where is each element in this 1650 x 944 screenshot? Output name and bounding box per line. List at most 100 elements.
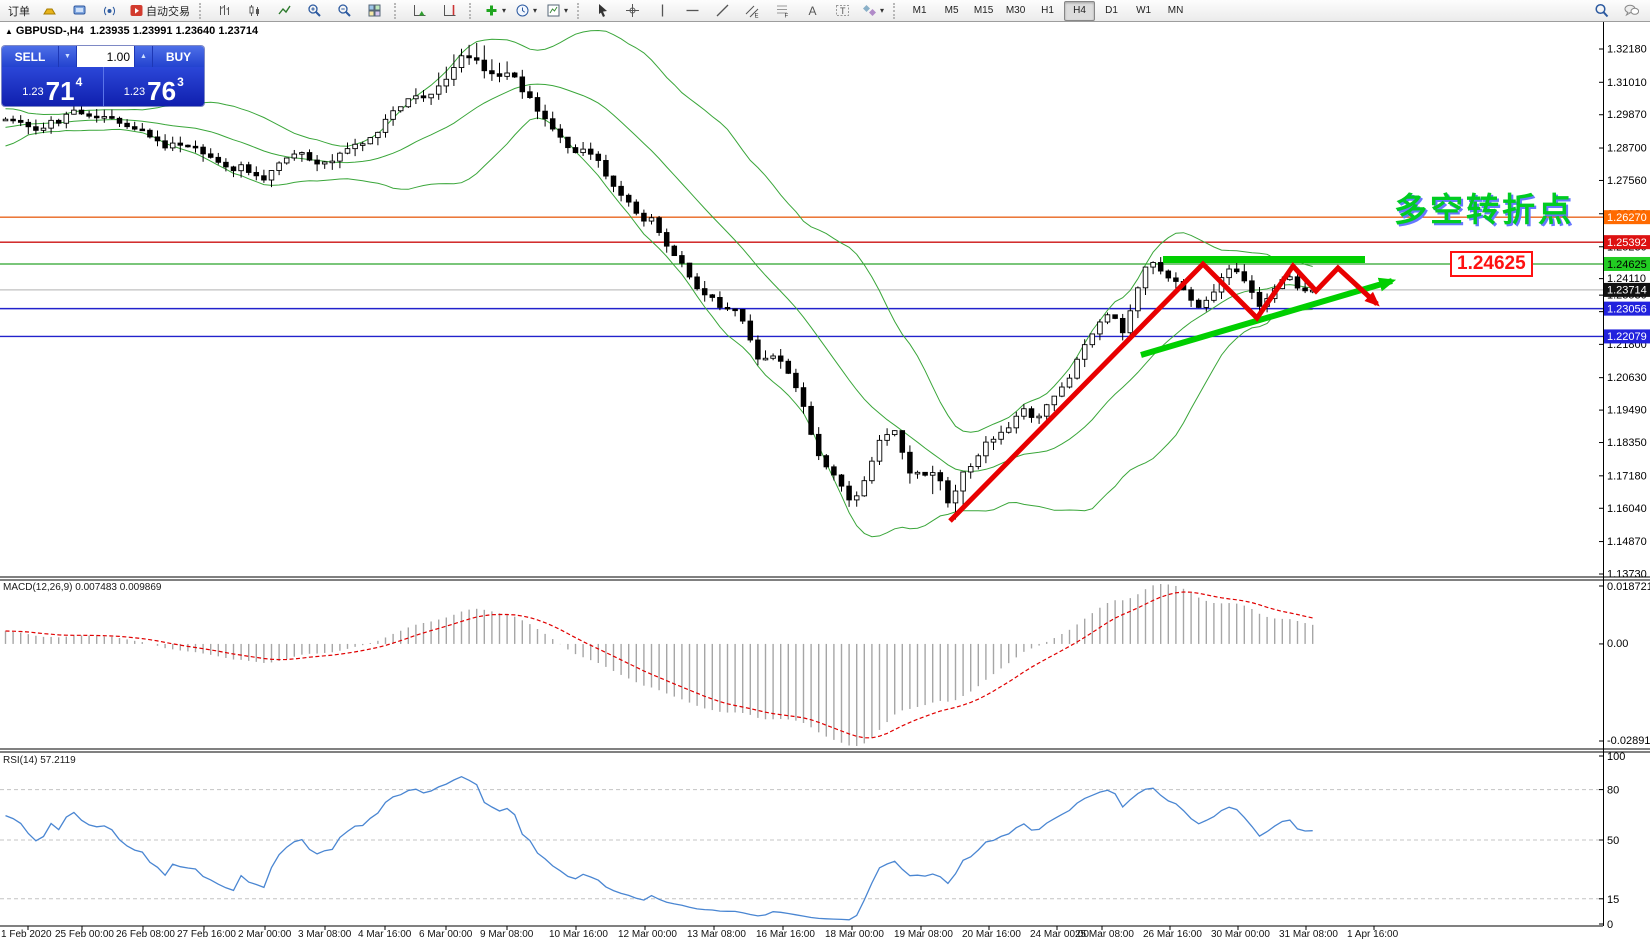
- text-icon: A: [805, 3, 820, 18]
- autotrading-icon: [129, 3, 144, 18]
- zoom-out-button[interactable]: [330, 0, 359, 22]
- svg-text:0: 0: [1607, 919, 1613, 931]
- symbol-ohlc: 1.23935 1.23991 1.23640 1.23714: [90, 25, 258, 37]
- svg-text:1.28700: 1.28700: [1607, 143, 1647, 155]
- tf-button-D1[interactable]: D1: [1096, 1, 1127, 21]
- chat-button[interactable]: [1617, 0, 1646, 22]
- tf-button-MN[interactable]: MN: [1160, 1, 1191, 21]
- tile-windows-icon: [367, 3, 382, 18]
- trendline-button[interactable]: [708, 0, 737, 22]
- templates-button[interactable]: ▾: [542, 0, 572, 22]
- time-axis-label: 6 Mar 00:00: [419, 929, 472, 940]
- buy-price-big: 76: [147, 81, 176, 102]
- tf-button-M5[interactable]: M5: [936, 1, 967, 21]
- vertical-line-button[interactable]: [648, 0, 677, 22]
- fibonacci-icon: F: [775, 3, 790, 18]
- volume-decrease-button[interactable]: ▼: [58, 46, 77, 67]
- svg-text:1.17180: 1.17180: [1607, 470, 1647, 482]
- svg-text:1.13730: 1.13730: [1607, 569, 1647, 581]
- time-axis-label: 13 Mar 08:00: [687, 929, 746, 940]
- time-axis-label: 3 Mar 08:00: [298, 929, 351, 940]
- bar-chart-icon: [217, 3, 232, 18]
- time-axis-label: 2 Mar 00:00: [238, 929, 291, 940]
- tf-button-H4[interactable]: H4: [1064, 1, 1095, 21]
- time-axis-label: 31 Mar 08:00: [1279, 929, 1338, 940]
- horizontal-line-button[interactable]: [678, 0, 707, 22]
- svg-text:15: 15: [1607, 894, 1619, 906]
- toolbar-separator: [577, 3, 583, 19]
- new-chart-button[interactable]: ▾: [480, 0, 510, 22]
- equidistant-channel-button[interactable]: E: [738, 0, 767, 22]
- symbol-name: GBPUSD-,H4: [16, 25, 84, 37]
- main-toolbar: 订单自动交易▾▾▾EFAT▾M1M5M15M30H1H4D1W1MN: [0, 0, 1650, 22]
- time-axis-label: 16 Mar 16:00: [756, 929, 815, 940]
- horizontal-line-icon: [685, 3, 700, 18]
- signal-button[interactable]: [95, 0, 124, 22]
- chart-shift-button[interactable]: [435, 0, 464, 22]
- svg-text:1.27560: 1.27560: [1607, 175, 1647, 187]
- toolbar-separator: [469, 3, 475, 19]
- svg-text:50: 50: [1607, 835, 1619, 847]
- time-axis-label: 9 Mar 08:00: [480, 929, 533, 940]
- cursor-button[interactable]: [588, 0, 617, 22]
- shapes-button[interactable]: ▾: [858, 0, 888, 22]
- text-button[interactable]: A: [798, 0, 827, 22]
- svg-text:1.26270: 1.26270: [1607, 212, 1647, 224]
- crosshair-button[interactable]: [618, 0, 647, 22]
- chart-marker-icon: ▲: [5, 27, 13, 36]
- time-axis-label: 12 Mar 00:00: [618, 929, 677, 940]
- tf-button-M1[interactable]: M1: [904, 1, 935, 21]
- time-axis-label: 30 Mar 00:00: [1211, 929, 1270, 940]
- chart-shift-icon: [442, 3, 457, 18]
- line-chart-button[interactable]: [270, 0, 299, 22]
- text-label-button[interactable]: T: [828, 0, 857, 22]
- svg-text:1.24625: 1.24625: [1607, 259, 1647, 271]
- time-axis-label: 4 Mar 16:00: [358, 929, 411, 940]
- autotrading-button[interactable]: 自动交易: [125, 0, 194, 22]
- auto-scroll-icon: [412, 3, 427, 18]
- tile-windows-button[interactable]: [360, 0, 389, 22]
- text-label-icon: T: [835, 3, 850, 18]
- svg-text:F: F: [785, 14, 789, 19]
- trendline-icon: [715, 3, 730, 18]
- sell-price[interactable]: 1.23 71 4: [2, 67, 104, 106]
- sell-button[interactable]: SELL: [2, 46, 58, 67]
- tf-button-H1[interactable]: H1: [1032, 1, 1063, 21]
- volume-increase-button[interactable]: ▲: [134, 46, 153, 67]
- periodicity-button[interactable]: ▾: [511, 0, 541, 22]
- tf-button-W1[interactable]: W1: [1128, 1, 1159, 21]
- buy-price[interactable]: 1.23 76 3: [104, 67, 205, 106]
- search-button[interactable]: [1587, 0, 1616, 22]
- buy-button[interactable]: BUY: [153, 46, 204, 67]
- svg-text:1.19490: 1.19490: [1607, 405, 1647, 417]
- cursor-icon: [595, 3, 610, 18]
- gold-ingot-icon: [42, 3, 57, 18]
- candlestick-chart-icon: [247, 3, 262, 18]
- vertical-line-icon: [655, 3, 670, 18]
- svg-text:A: A: [809, 4, 817, 18]
- tf-button-M15[interactable]: M15: [968, 1, 999, 21]
- svg-text:1.31010: 1.31010: [1607, 77, 1647, 89]
- sell-price-big: 71: [46, 81, 75, 102]
- price-chart-svg[interactable]: 1.321801.310101.298701.287001.275601.263…: [0, 22, 1650, 944]
- new-order-button[interactable]: 订单: [4, 0, 34, 22]
- svg-text:E: E: [755, 14, 759, 19]
- search-icon: [1594, 3, 1609, 18]
- candlestick-chart-button[interactable]: [240, 0, 269, 22]
- time-axis-label: 10 Mar 16:00: [549, 929, 608, 940]
- zoom-in-button[interactable]: [300, 0, 329, 22]
- tf-button-M30[interactable]: M30: [1000, 1, 1031, 21]
- auto-scroll-button[interactable]: [405, 0, 434, 22]
- zoom-out-icon: [337, 3, 352, 18]
- time-axis-label: 20 Mar 16:00: [962, 929, 1021, 940]
- fibonacci-button[interactable]: F: [768, 0, 797, 22]
- community-button[interactable]: [65, 0, 94, 22]
- time-axis-label: 18 Mar 00:00: [825, 929, 884, 940]
- sell-price-prefix: 1.23: [22, 86, 43, 98]
- gold-ingot-button[interactable]: [35, 0, 64, 22]
- svg-text:1.29870: 1.29870: [1607, 109, 1647, 121]
- time-axis-label: 1 Apr 16:00: [1347, 929, 1398, 940]
- volume-input[interactable]: [77, 46, 134, 67]
- bar-chart-button[interactable]: [210, 0, 239, 22]
- svg-text:80: 80: [1607, 785, 1619, 797]
